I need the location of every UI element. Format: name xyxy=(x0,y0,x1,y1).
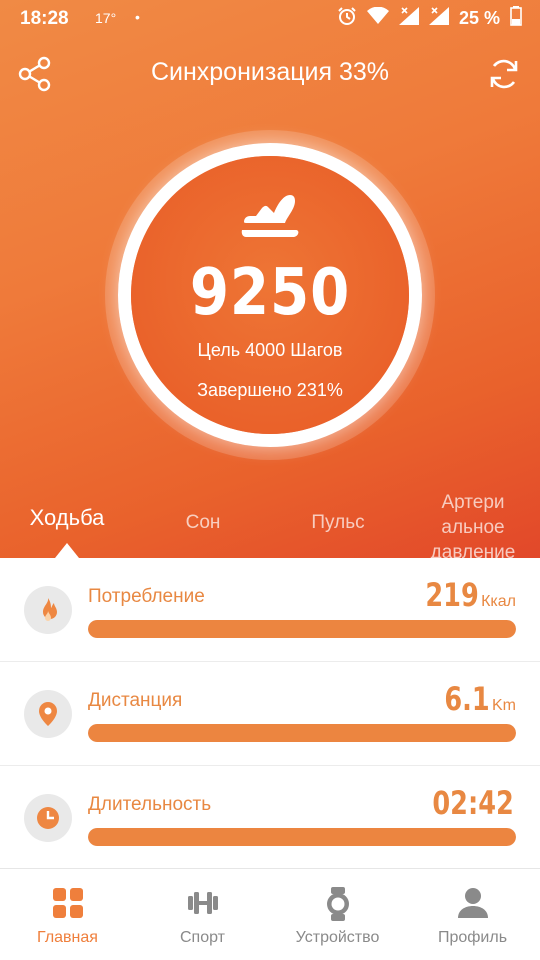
dumbbell-icon xyxy=(187,892,218,914)
metric-unit: Km xyxy=(492,697,516,714)
shoe-icon xyxy=(241,195,299,237)
metric-progress-bar xyxy=(88,724,516,742)
metric-unit: Ккал xyxy=(481,593,516,610)
active-tab-indicator xyxy=(55,543,79,558)
metric-progress-fill xyxy=(88,828,516,846)
flame-icon xyxy=(43,598,57,621)
completion-percent: Завершено 231% xyxy=(197,380,343,400)
nav-label: Спорт xyxy=(180,929,225,946)
steps-count: 9250 xyxy=(189,256,351,330)
tab-walking[interactable]: Ходьба xyxy=(22,505,112,531)
metric-label: Дистанция xyxy=(88,690,183,711)
metric-value-group: 02:42 xyxy=(412,784,516,822)
metric-icon-badge xyxy=(24,794,72,842)
steps-goal: Цель 4000 Шагов xyxy=(197,340,343,360)
tab-pulse[interactable]: Пульс xyxy=(295,512,381,534)
metric-icon-badge xyxy=(24,690,72,738)
nav-label: Главная xyxy=(37,929,98,946)
metric-row-duration[interactable]: Длительность 02:42 xyxy=(0,766,540,870)
signal-icon xyxy=(428,7,449,30)
battery-icon xyxy=(510,6,522,31)
status-bar: 18:28 17° • 25 % xyxy=(0,0,540,36)
nav-profile[interactable]: Профиль xyxy=(405,869,540,960)
metric-row-distance[interactable]: Дистанция 6.1 Km xyxy=(0,662,540,766)
grid-icon xyxy=(52,888,83,918)
metric-value: 219 xyxy=(425,576,480,614)
watch-icon xyxy=(326,887,349,921)
sync-status-title: Синхронизация 33% xyxy=(150,58,390,86)
nav-device[interactable]: Устройство xyxy=(270,869,405,960)
metric-progress-fill xyxy=(88,724,516,742)
metric-value-group: 219 Ккал xyxy=(412,576,516,614)
alarm-icon xyxy=(337,6,357,31)
nav-label: Устройство xyxy=(295,929,380,946)
sync-icon xyxy=(490,59,518,89)
metric-progress-fill xyxy=(88,620,516,638)
tab-sleep[interactable]: Сон xyxy=(165,512,241,534)
nav-label: Профиль xyxy=(437,929,508,946)
battery-percent: 25 % xyxy=(458,8,500,28)
metric-icon-badge xyxy=(24,586,72,634)
metric-progress-bar xyxy=(88,828,516,846)
signal-icon xyxy=(398,7,419,30)
activity-hero: 18:28 17° • 25 % Синхронизация 33% 9250 … xyxy=(0,0,540,558)
status-notification-dot: • xyxy=(135,9,140,25)
person-icon xyxy=(457,888,488,918)
nav-sport[interactable]: Спорт xyxy=(135,869,270,960)
status-time: 18:28 xyxy=(20,8,69,29)
tab-blood-pressure[interactable]: Артери альное давление xyxy=(418,490,528,558)
metric-value: 6.1 xyxy=(444,680,490,718)
status-icons: 25 % xyxy=(337,6,522,31)
metric-value-group: 6.1 Km xyxy=(433,680,516,718)
metric-value: 02:42 xyxy=(432,784,514,822)
nav-home[interactable]: Главная xyxy=(0,869,135,960)
status-temperature: 17° xyxy=(95,10,117,26)
clock-icon xyxy=(37,807,59,829)
wifi-icon xyxy=(366,6,389,30)
sync-button[interactable] xyxy=(484,54,524,94)
metric-row-calories[interactable]: Потребление 219 Ккал xyxy=(0,558,540,662)
metric-label: Потребление xyxy=(88,586,205,607)
location-pin-icon xyxy=(39,702,57,726)
bottom-navigation: Главная Спорт Устройство Профиль xyxy=(0,868,540,960)
metric-progress-bar xyxy=(88,620,516,638)
metric-label: Длительность xyxy=(88,794,212,815)
